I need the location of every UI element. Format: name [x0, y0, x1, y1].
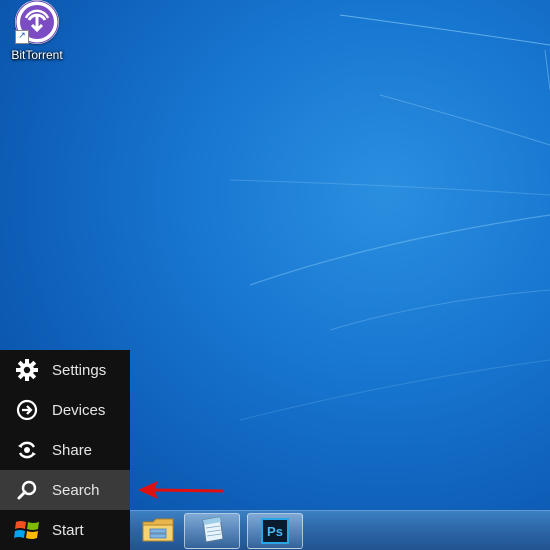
share-icon	[14, 437, 40, 463]
charm-settings[interactable]: Settings	[0, 350, 130, 390]
windows-logo-icon	[14, 517, 40, 543]
charm-label: Devices	[52, 401, 106, 419]
charm-start[interactable]: Start	[0, 510, 130, 550]
shortcut-arrow-icon: ↗	[15, 30, 29, 44]
desktop-icon-label: BitTorrent	[11, 48, 63, 62]
charm-devices[interactable]: Devices	[0, 390, 130, 430]
taskbar-notepad[interactable]	[184, 513, 240, 549]
taskbar-file-explorer[interactable]	[130, 513, 186, 549]
taskbar-photoshop[interactable]: Ps	[247, 513, 303, 549]
notepad-icon	[196, 514, 228, 549]
desktop-icon-bittorrent[interactable]: ↗ BitTorrent	[6, 0, 68, 62]
charm-label: Search	[52, 481, 100, 499]
devices-icon	[14, 397, 40, 423]
gear-icon	[14, 357, 40, 383]
taskbar: Ps	[130, 510, 550, 550]
charm-search[interactable]: Search	[0, 470, 130, 510]
charm-share[interactable]: Share	[0, 430, 130, 470]
charm-label: Share	[52, 441, 93, 459]
charms-bar: Settings Devices Share Search Start	[0, 350, 130, 550]
search-icon	[14, 477, 40, 503]
desktop[interactable]: { "desktop": { "icons": [ { "label": "Bi…	[0, 0, 550, 550]
charm-label: Settings	[52, 361, 107, 379]
charm-label: Start	[52, 521, 84, 539]
file-explorer-icon	[141, 514, 175, 549]
red-arrow-icon	[138, 481, 224, 499]
bittorrent-icon: ↗	[15, 0, 59, 44]
photoshop-icon: Ps	[261, 518, 289, 544]
